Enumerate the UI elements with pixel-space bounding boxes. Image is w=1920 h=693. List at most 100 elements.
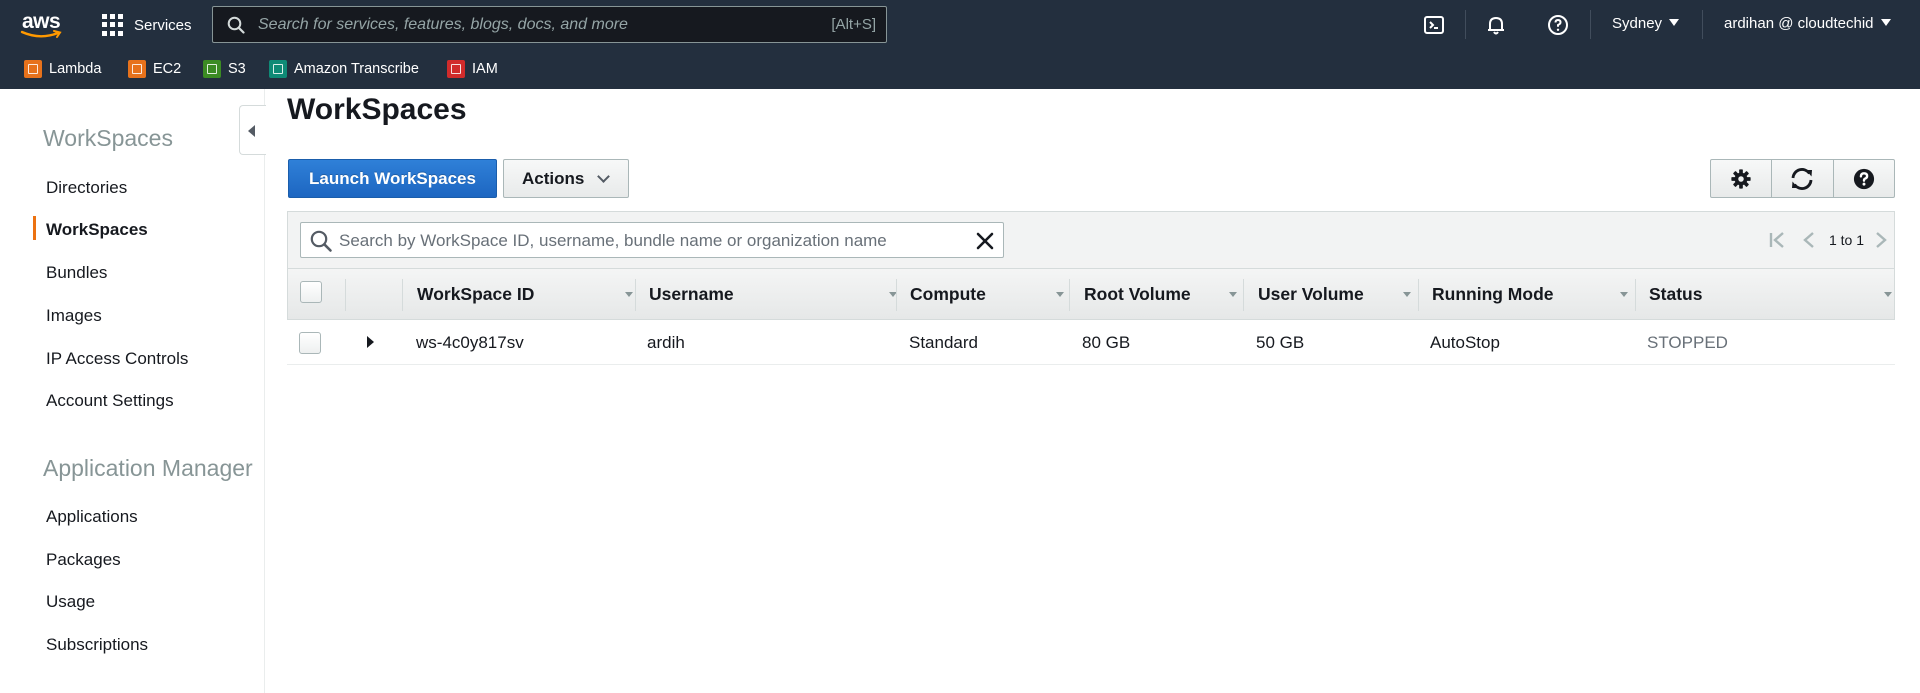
column-header-running-mode[interactable]: Running Mode [1432, 269, 1632, 321]
sidebar-collapse-button[interactable] [239, 105, 266, 155]
favorite-label: S3 [228, 61, 246, 77]
table-pagination: 1 to 1 [1767, 230, 1894, 250]
nav-divider [1702, 10, 1703, 39]
sidebar-item-images[interactable]: Images [46, 306, 102, 326]
chevron-down-icon [1880, 19, 1891, 26]
sidebar-item-ip-access-controls[interactable]: IP Access Controls [46, 349, 188, 369]
sidebar-item-directories[interactable]: Directories [46, 178, 127, 198]
table-filter-bar: Search by WorkSpace ID, username, bundle… [287, 211, 1895, 268]
first-page-icon[interactable] [1767, 231, 1789, 249]
search-icon [227, 16, 245, 34]
collapse-left-icon [248, 125, 255, 137]
sidebar-item-workspaces[interactable]: WorkSpaces [46, 220, 148, 240]
actions-dropdown-button[interactable]: Actions [503, 159, 629, 198]
services-menu-button[interactable]: Services [102, 12, 192, 38]
nav-divider [1465, 10, 1466, 39]
region-selector[interactable]: Sydney [1612, 15, 1680, 32]
select-all-checkbox[interactable] [300, 281, 322, 303]
sidebar-navigation: WorkSpaces Directories WorkSpaces Bundle… [0, 89, 266, 693]
refresh-icon [1792, 167, 1813, 190]
cell-username: ardih [647, 333, 685, 352]
sidebar-section-title: Application Manager [43, 455, 253, 481]
column-header-workspace-id[interactable]: WorkSpace ID [417, 269, 637, 321]
actions-label: Actions [522, 169, 585, 188]
global-search-input[interactable]: Search for services, features, blogs, do… [212, 6, 887, 43]
sidebar-item-subscriptions[interactable]: Subscriptions [46, 635, 148, 655]
launch-workspaces-button[interactable]: Launch WorkSpaces [288, 159, 497, 198]
gear-icon [1731, 168, 1751, 189]
help-button[interactable] [1834, 160, 1894, 197]
row-select-checkbox[interactable] [299, 332, 321, 354]
cell-running-mode: AutoStop [1430, 333, 1500, 352]
chevron-down-icon [1669, 19, 1680, 26]
iam-icon [447, 60, 465, 78]
previous-page-icon[interactable] [1799, 231, 1821, 249]
global-search-placeholder: Search for services, features, blogs, do… [258, 16, 628, 33]
workspace-filter-input[interactable]: Search by WorkSpace ID, username, bundle… [300, 222, 1004, 258]
search-icon [310, 230, 332, 252]
favorite-label: Amazon Transcribe [294, 61, 419, 77]
column-divider [1069, 279, 1070, 311]
apps-grid-icon [102, 14, 124, 36]
column-header-compute[interactable]: Compute [910, 269, 1070, 321]
sort-caret-icon [1403, 292, 1411, 297]
column-divider [345, 279, 346, 311]
column-divider [1243, 279, 1244, 311]
column-header-user-volume[interactable]: User Volume [1258, 269, 1423, 321]
services-label: Services [134, 16, 192, 34]
column-header-label: Running Mode [1432, 284, 1554, 304]
expand-row-icon[interactable] [367, 336, 374, 348]
status-badge: STOPPED [1647, 333, 1728, 352]
column-divider [1418, 279, 1419, 311]
column-header-label: Username [649, 284, 734, 304]
notifications-bell-icon[interactable] [1484, 13, 1508, 37]
clear-filter-icon[interactable] [975, 231, 995, 251]
sidebar-section-title: WorkSpaces [43, 125, 173, 151]
cloudshell-icon[interactable] [1422, 13, 1446, 37]
column-header-status[interactable]: Status [1649, 269, 1894, 321]
nav-divider [1590, 10, 1591, 39]
sidebar-item-bundles[interactable]: Bundles [46, 263, 107, 283]
favorite-label: EC2 [153, 61, 182, 77]
table-row[interactable]: ws-4c0y817sv ardih Standard 80 GB 50 GB … [287, 320, 1895, 365]
favorite-s3[interactable]: S3 [203, 59, 246, 79]
sidebar-item-usage[interactable]: Usage [46, 592, 95, 612]
sidebar-item-account-settings[interactable]: Account Settings [46, 391, 174, 411]
settings-button[interactable] [1711, 160, 1773, 197]
refresh-button[interactable] [1772, 160, 1834, 197]
column-header-username[interactable]: Username [649, 269, 899, 321]
region-label: Sydney [1612, 15, 1663, 32]
cell-workspace-id: ws-4c0y817sv [416, 333, 524, 352]
lambda-icon [24, 60, 42, 78]
help-icon[interactable] [1546, 13, 1570, 37]
pagination-range: 1 to 1 [1828, 232, 1864, 248]
next-page-icon[interactable] [1872, 231, 1890, 249]
favorite-ec2[interactable]: EC2 [128, 59, 181, 79]
sort-caret-icon [1620, 292, 1628, 297]
column-divider [1635, 279, 1636, 311]
sort-caret-icon [625, 292, 633, 297]
cell-root-volume: 80 GB [1082, 333, 1131, 352]
sidebar-item-applications[interactable]: Applications [46, 507, 138, 527]
favorite-lambda[interactable]: Lambda [24, 59, 101, 79]
page-title: WorkSpaces [287, 93, 467, 126]
chevron-down-icon [597, 170, 610, 183]
favorite-label: IAM [472, 61, 498, 77]
column-header-root-volume[interactable]: Root Volume [1084, 269, 1244, 321]
account-menu[interactable]: ardihan @ cloudtechid [1724, 15, 1891, 32]
help-circle-icon [1853, 168, 1874, 189]
sidebar-item-packages[interactable]: Packages [46, 550, 121, 570]
aws-logo[interactable]: aws [20, 8, 66, 40]
favorite-iam[interactable]: IAM [447, 59, 498, 79]
s3-icon [203, 60, 221, 78]
favorites-bar: Lambda EC2 S3 Amazon Transcribe IAM [0, 49, 1920, 89]
favorite-amazon-transcribe[interactable]: Amazon Transcribe [269, 59, 419, 79]
sort-caret-icon [1056, 292, 1064, 297]
column-header-label: User Volume [1258, 284, 1364, 304]
column-divider [402, 279, 403, 311]
sort-caret-icon [1884, 292, 1892, 297]
sidebar-active-indicator [33, 216, 36, 240]
filter-placeholder: Search by WorkSpace ID, username, bundle… [339, 231, 887, 250]
column-header-label: Status [1649, 284, 1703, 304]
column-header-label: Compute [910, 284, 986, 304]
